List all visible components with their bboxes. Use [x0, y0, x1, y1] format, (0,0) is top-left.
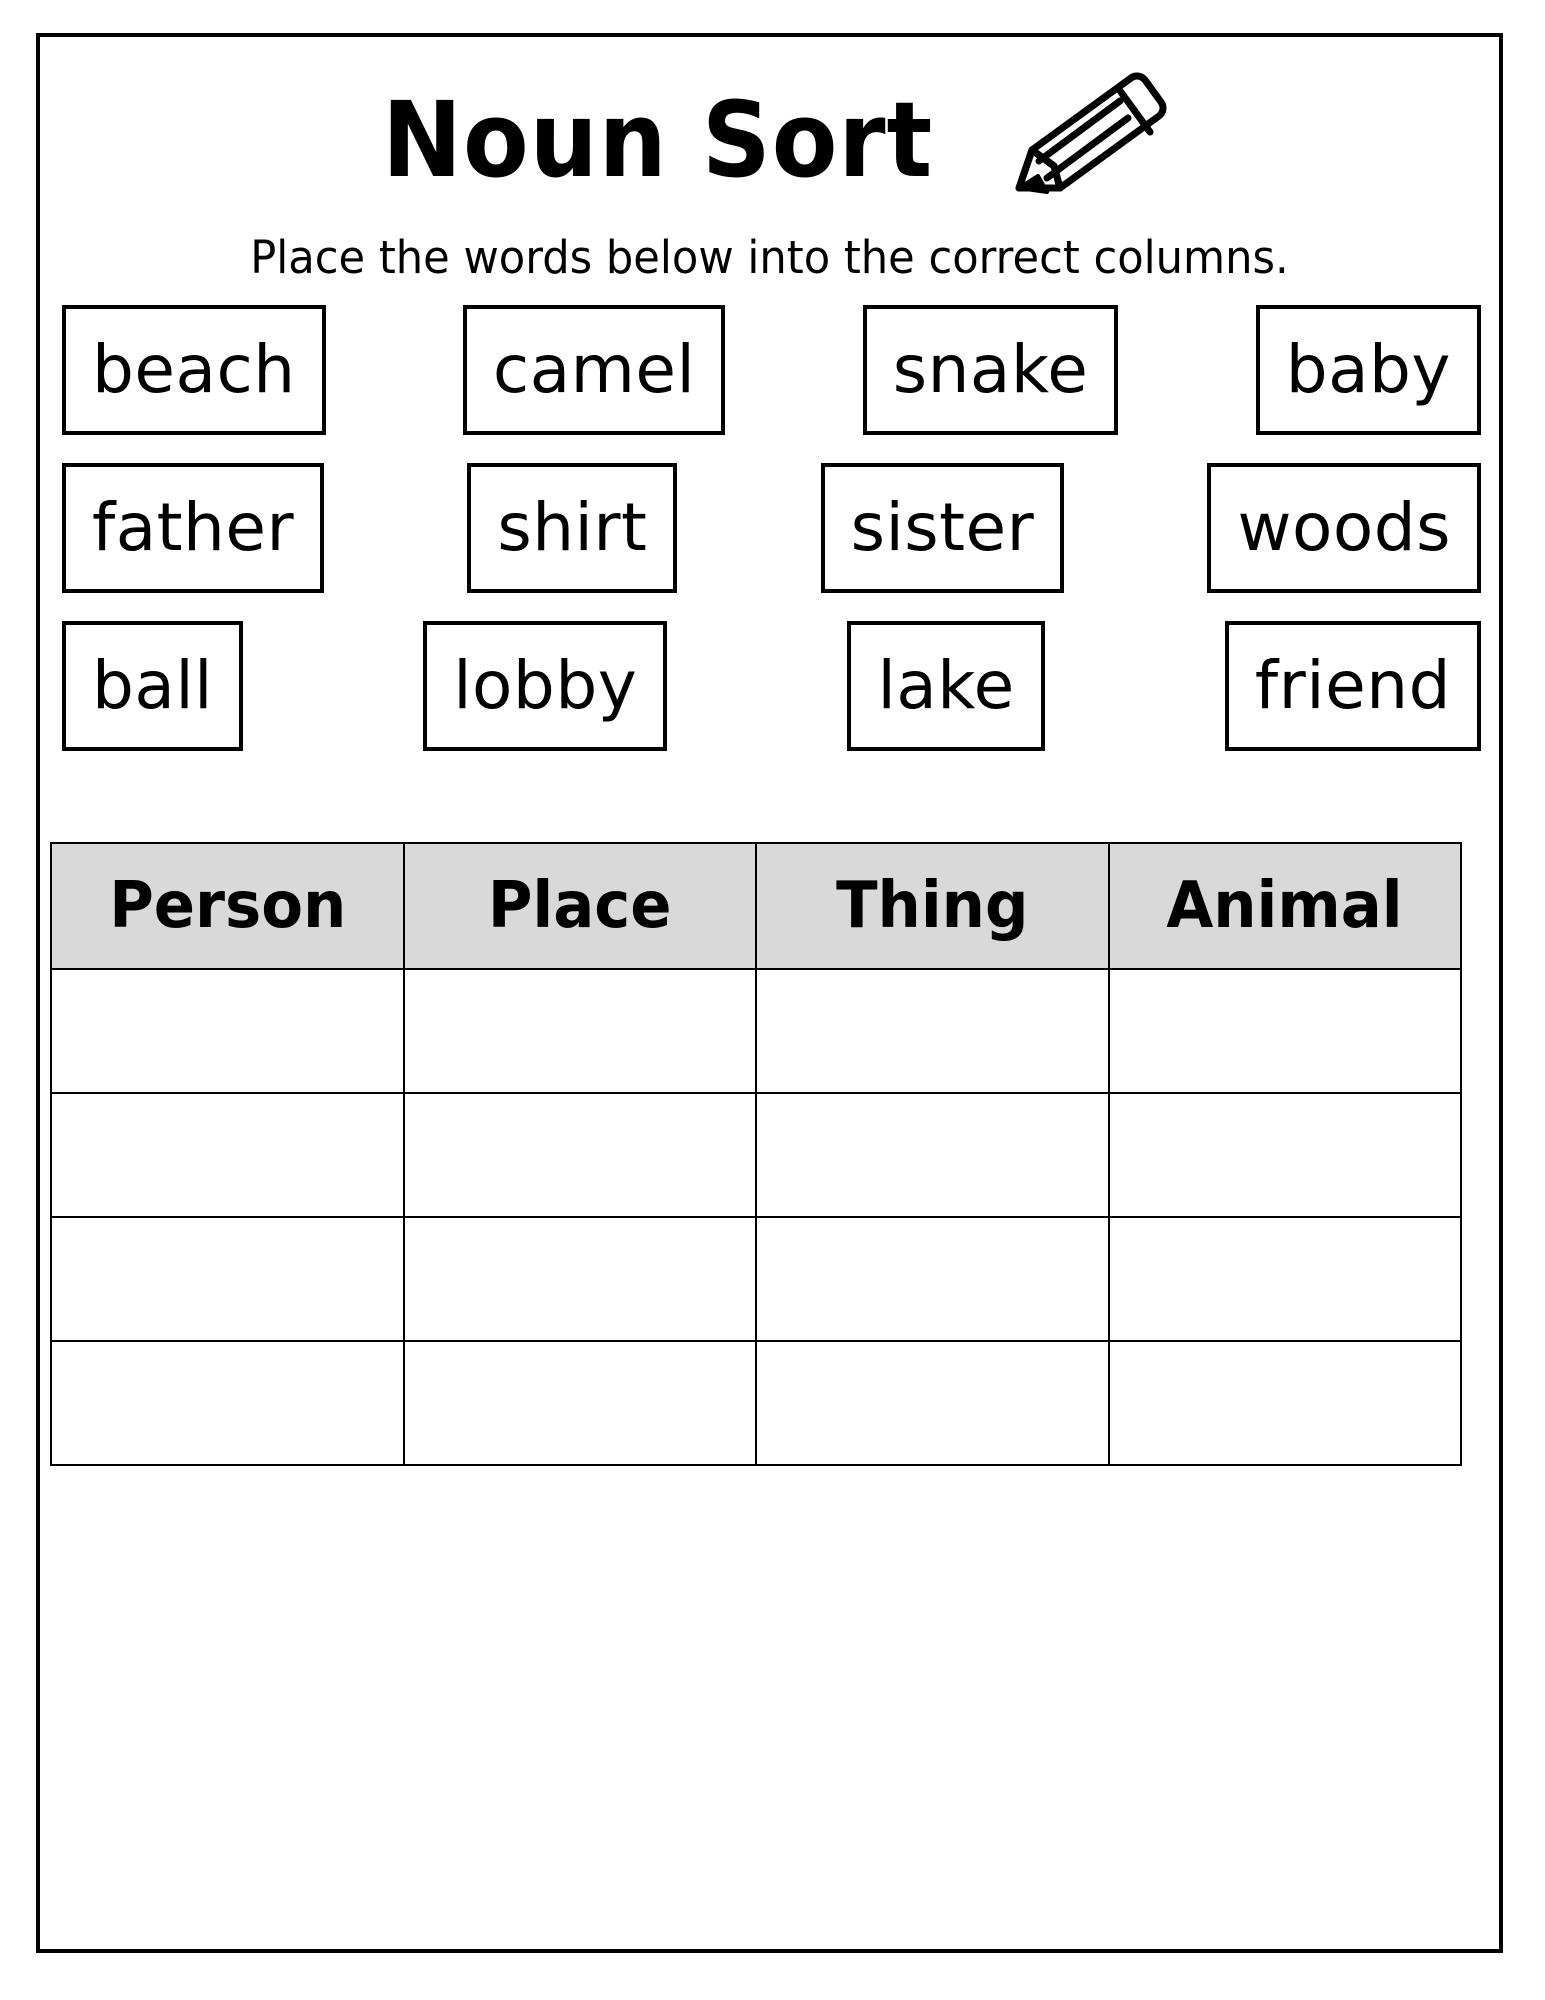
- word-card[interactable]: lobby: [423, 621, 668, 751]
- answer-cell[interactable]: [755, 968, 1110, 1094]
- answer-cell[interactable]: [755, 1092, 1110, 1218]
- word-card[interactable]: camel: [462, 305, 726, 435]
- word-card-label: beach: [92, 331, 296, 408]
- word-card[interactable]: shirt: [467, 463, 678, 593]
- column-header-person: Person: [50, 842, 405, 970]
- column-header-thing: Thing: [755, 842, 1110, 970]
- answer-cell[interactable]: [1107, 1092, 1462, 1218]
- answer-cell[interactable]: [1107, 1216, 1462, 1342]
- column-header-label: Place: [487, 869, 672, 943]
- word-bank-row: beach camel snake baby: [62, 305, 1487, 435]
- title-row: Noun Sort: [40, 65, 1499, 215]
- answer-cell[interactable]: [50, 968, 405, 1094]
- answer-cell[interactable]: [402, 968, 757, 1094]
- pencil-icon: [1015, 72, 1167, 194]
- column-header-label: Thing: [836, 869, 1029, 943]
- word-card[interactable]: beach: [62, 305, 326, 435]
- word-card[interactable]: father: [62, 463, 325, 593]
- table-row: [50, 1340, 1462, 1466]
- column-header-animal: Animal: [1107, 842, 1462, 970]
- word-card[interactable]: woods: [1207, 463, 1481, 593]
- sort-table-wrapper: Person Place Thing Animal: [50, 842, 1462, 1466]
- noun-sort-table: Person Place Thing Animal: [50, 842, 1462, 1466]
- table-row: [50, 1216, 1462, 1342]
- word-card-label: friend: [1254, 647, 1451, 724]
- answer-cell[interactable]: [1107, 968, 1462, 1094]
- word-card[interactable]: snake: [862, 305, 1119, 435]
- table-row: [50, 968, 1462, 1094]
- word-card-label: baby: [1285, 331, 1451, 408]
- answer-cell[interactable]: [50, 1216, 405, 1342]
- word-card-label: ball: [92, 647, 214, 724]
- word-card[interactable]: ball: [62, 621, 244, 751]
- word-card[interactable]: lake: [847, 621, 1045, 751]
- word-bank-row: father shirt sister woods: [62, 463, 1487, 593]
- sort-table-header-row: Person Place Thing Animal: [50, 842, 1462, 970]
- worksheet-inner: Noun Sort Place the words below into the…: [40, 37, 1499, 1949]
- answer-cell[interactable]: [402, 1216, 757, 1342]
- column-header-label: Animal: [1166, 869, 1403, 943]
- answer-cell[interactable]: [1107, 1340, 1462, 1466]
- answer-cell[interactable]: [755, 1340, 1110, 1466]
- word-bank: beach camel snake baby father shirt sist…: [62, 305, 1487, 779]
- word-card[interactable]: friend: [1224, 621, 1481, 751]
- page-title: Noun Sort: [381, 79, 934, 201]
- answer-cell[interactable]: [402, 1340, 757, 1466]
- word-bank-row: ball lobby lake friend: [62, 621, 1487, 751]
- answer-cell[interactable]: [50, 1092, 405, 1218]
- answer-cell[interactable]: [755, 1216, 1110, 1342]
- answer-cell[interactable]: [402, 1092, 757, 1218]
- word-card-label: woods: [1237, 489, 1451, 566]
- word-card[interactable]: baby: [1255, 305, 1481, 435]
- instructions-text: Place the words below into the correct c…: [250, 231, 1289, 284]
- word-card[interactable]: sister: [820, 463, 1065, 593]
- column-header-label: Person: [108, 869, 346, 943]
- answer-cell[interactable]: [50, 1340, 405, 1466]
- column-header-place: Place: [402, 842, 757, 970]
- sort-table-header: Person Place Thing Animal: [50, 842, 1462, 970]
- word-card-label: father: [92, 489, 295, 566]
- word-card-label: sister: [850, 489, 1035, 566]
- word-card-label: camel: [492, 331, 696, 408]
- word-card-label: lake: [877, 647, 1015, 724]
- worksheet-page: Noun Sort Place the words below into the…: [36, 33, 1503, 1953]
- word-card-label: lobby: [453, 647, 638, 724]
- table-row: [50, 1092, 1462, 1218]
- word-card-label: snake: [892, 331, 1089, 408]
- sort-table-body: [50, 968, 1462, 1466]
- word-card-label: shirt: [497, 489, 648, 566]
